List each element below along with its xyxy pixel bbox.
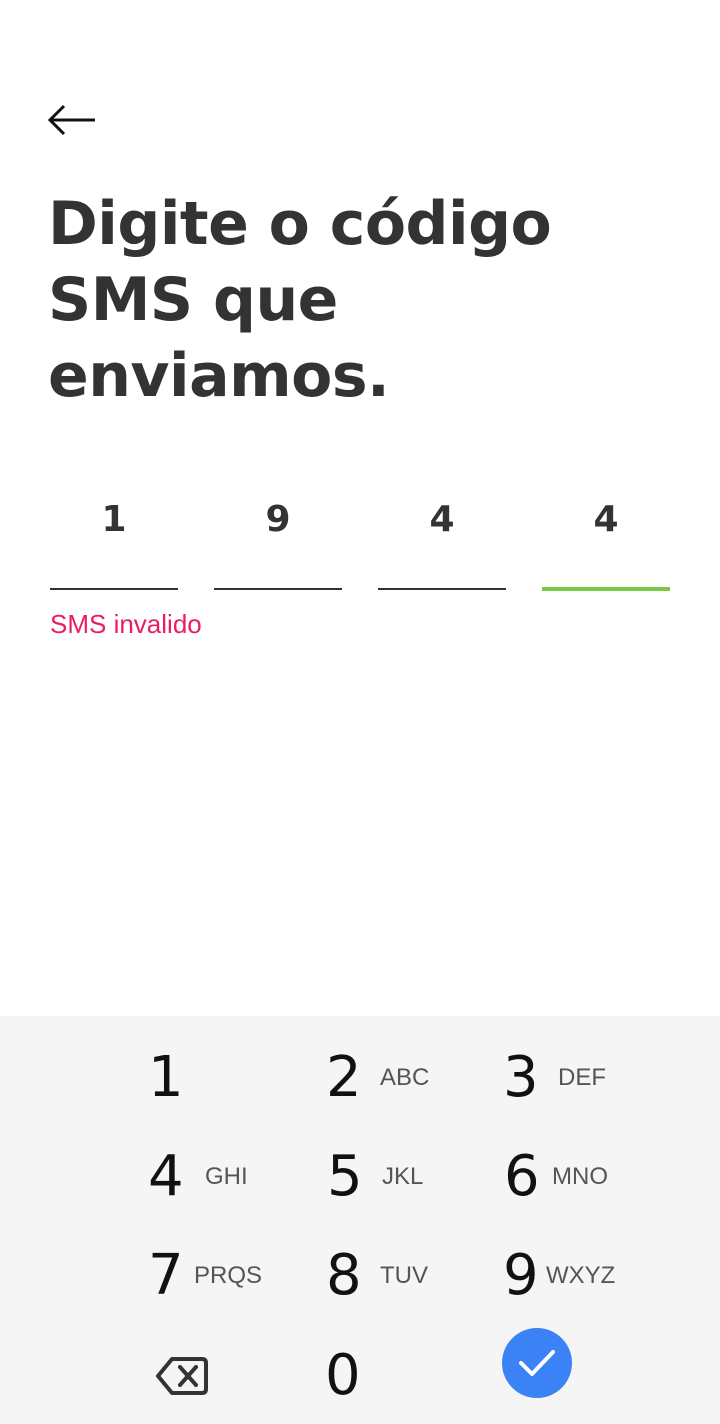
key-digit: 2 (326, 1045, 362, 1110)
key-letters: DEF (558, 1064, 606, 1091)
key-8[interactable]: 8 TUV (270, 1228, 448, 1324)
code-digit-field-1[interactable]: 1 (50, 484, 178, 592)
code-digit-field-3[interactable]: 4 (378, 484, 506, 592)
key-letters: MNO (552, 1163, 608, 1190)
code-field-underline (378, 588, 506, 590)
error-message: SMS invalido (50, 609, 202, 639)
key-digit: 9 (503, 1243, 539, 1308)
code-digit-field-4[interactable]: 4 (542, 484, 670, 592)
code-field-underline (214, 588, 342, 590)
submit-button[interactable] (502, 1328, 572, 1398)
code-field-underline (50, 588, 178, 590)
checkmark-icon (519, 1350, 555, 1376)
key-3[interactable]: 3 DEF (450, 1030, 628, 1126)
arrow-left-icon (47, 104, 95, 136)
code-digit-value: 4 (593, 499, 619, 540)
code-digit-value: 9 (265, 499, 291, 540)
backspace-button[interactable] (90, 1328, 268, 1424)
key-digit: 4 (148, 1144, 184, 1209)
numeric-keypad: 1 2 ABC 3 DEF 4 GHI 5 JKL 6 MNO 7 PRQS 8 (0, 1016, 720, 1424)
page-title: Digite o código SMS que enviamos. (48, 189, 552, 411)
key-digit: 5 (327, 1144, 363, 1209)
key-4[interactable]: 4 GHI (90, 1129, 268, 1225)
key-5[interactable]: 5 JKL (270, 1129, 448, 1225)
key-digit: 7 (148, 1243, 184, 1308)
key-1[interactable]: 1 (90, 1030, 268, 1126)
key-7[interactable]: 7 PRQS (90, 1228, 268, 1324)
key-letters: ABC (380, 1064, 430, 1091)
key-digit: 1 (148, 1045, 184, 1110)
key-9[interactable]: 9 WXYZ (450, 1228, 628, 1324)
code-digit-field-2[interactable]: 9 (214, 484, 342, 592)
key-6[interactable]: 6 MNO (450, 1129, 628, 1225)
sms-verification-screen: Digite o código SMS que enviamos. 1 9 4 … (0, 0, 720, 1424)
key-digit: 8 (326, 1243, 362, 1308)
key-0[interactable]: 0 (270, 1328, 448, 1424)
key-letters: TUV (380, 1262, 428, 1289)
key-2[interactable]: 2 ABC (270, 1030, 448, 1126)
back-button[interactable] (40, 92, 104, 148)
code-digit-value: 4 (429, 499, 455, 540)
code-digit-value: 1 (101, 499, 127, 540)
key-letters: PRQS (194, 1262, 263, 1289)
key-letters: GHI (205, 1163, 248, 1190)
code-field-underline-active (542, 587, 670, 591)
key-letters: JKL (382, 1163, 424, 1190)
key-digit: 3 (503, 1045, 539, 1110)
key-digit: 6 (504, 1144, 540, 1209)
key-letters: WXYZ (546, 1262, 616, 1289)
key-digit: 0 (325, 1343, 361, 1408)
backspace-icon (156, 1357, 208, 1395)
